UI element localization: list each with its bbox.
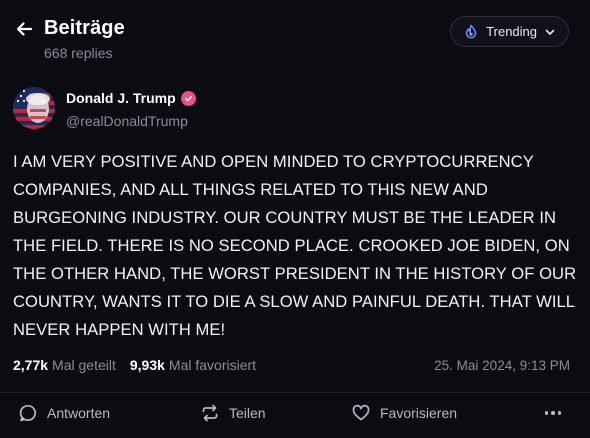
favorites-label[interactable]: Mal favorisiert xyxy=(169,357,256,373)
author-handle[interactable]: @realDonaldTrump xyxy=(66,113,188,129)
page-title: Beiträge xyxy=(44,17,125,39)
action-bar: Antworten Teilen Favorisieren xyxy=(0,393,590,438)
share-label: Teilen xyxy=(229,405,266,421)
verified-badge-icon xyxy=(180,90,196,106)
avatar-image xyxy=(13,87,55,129)
favorite-button[interactable]: Favorisieren xyxy=(351,403,457,423)
author-name-text: Donald J. Trump xyxy=(66,90,176,106)
reposts-count[interactable]: 2,77k xyxy=(13,357,48,373)
arrow-left-icon xyxy=(16,22,33,36)
page-header: Beiträge 668 replies Trending xyxy=(0,0,590,72)
post-stats: 2,77k Mal geteilt 9,93k Mal favorisiert xyxy=(13,357,256,373)
post-text: I AM VERY POSITIVE AND OPEN MINDED TO CR… xyxy=(13,152,577,339)
share-button[interactable]: Teilen xyxy=(200,403,266,423)
repost-icon xyxy=(200,403,220,423)
more-icon-dot xyxy=(557,411,562,415)
author-name[interactable]: Donald J. Trump xyxy=(66,90,196,106)
heart-icon xyxy=(351,403,371,423)
chevron-down-icon xyxy=(545,29,555,35)
trending-dropdown[interactable]: Trending xyxy=(450,16,569,47)
more-icon-dot xyxy=(551,411,555,415)
reply-count: 668 replies xyxy=(44,45,113,61)
reply-label: Antworten xyxy=(47,405,111,421)
more-icon-dot xyxy=(544,411,549,415)
avatar[interactable] xyxy=(13,87,55,129)
trending-label: Trending xyxy=(486,24,537,39)
more-button[interactable] xyxy=(542,405,564,421)
reply-button[interactable]: Antworten xyxy=(18,403,110,423)
back-button[interactable] xyxy=(12,17,36,41)
reposts-label[interactable]: Mal geteilt xyxy=(52,357,116,373)
favorites-count[interactable]: 9,93k xyxy=(130,357,165,373)
favorite-label: Favorisieren xyxy=(380,405,458,421)
post-timestamp: 25. Mai 2024, 9:13 PM xyxy=(434,358,570,373)
speech-bubble-icon xyxy=(18,403,38,423)
flame-icon xyxy=(465,24,477,39)
